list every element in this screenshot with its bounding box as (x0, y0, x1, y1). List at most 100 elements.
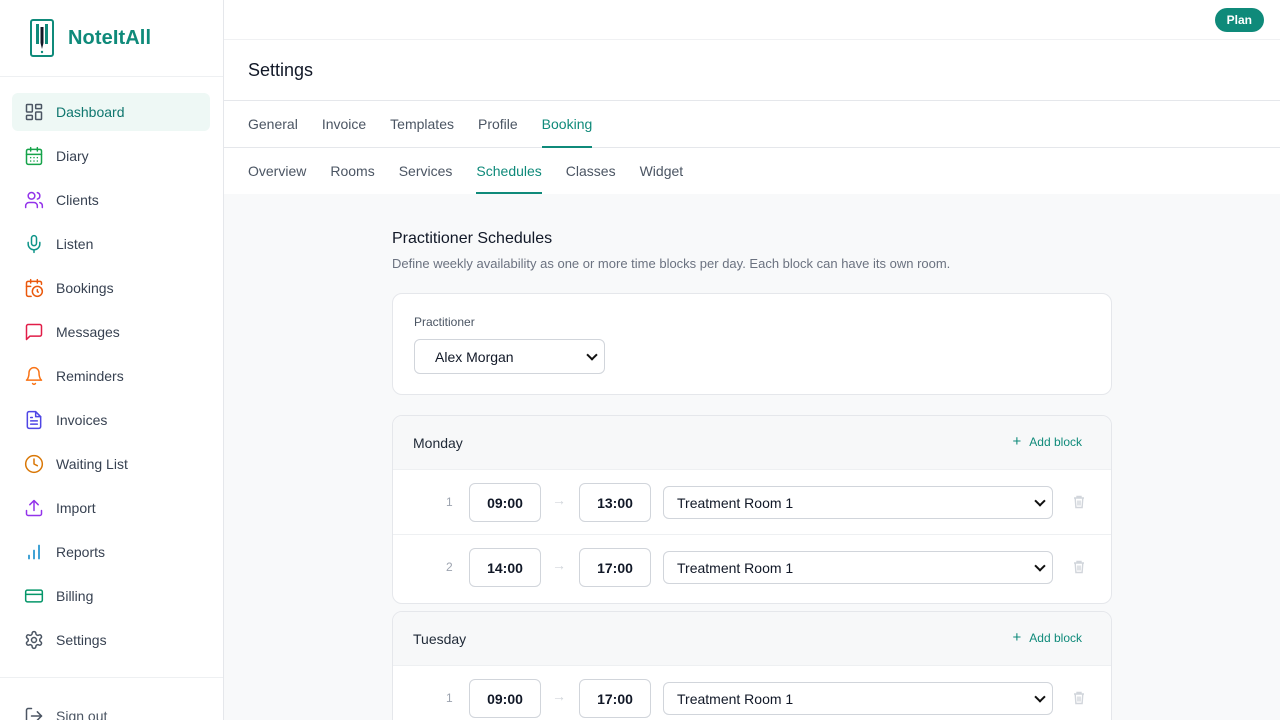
sidebar-footer: Sign out (0, 677, 223, 720)
add-block-button[interactable]: + Add block (1012, 433, 1082, 450)
sidebar-item-reminders[interactable]: Reminders (12, 357, 210, 395)
chevron-down-icon (1034, 494, 1046, 507)
day-header: Monday + Add block (393, 416, 1111, 470)
arrow-right-icon: → (552, 557, 566, 573)
bar-chart-icon (24, 542, 44, 562)
message-icon (24, 322, 44, 342)
sidebar-item-settings[interactable]: Settings (12, 621, 210, 659)
trash-icon[interactable] (1073, 560, 1085, 574)
block-number: 2 (446, 560, 453, 574)
subtab-classes[interactable]: Classes (566, 148, 616, 194)
time-block-row: 1 09:00 → 17:00 Treatment Room 1 (393, 666, 1111, 720)
sidebar-item-listen[interactable]: Listen (12, 225, 210, 263)
booking-subtabs: Overview Rooms Services Schedules Classes Wid… (224, 148, 1280, 194)
sidebar-item-label: Invoices (56, 412, 108, 428)
clock-icon (24, 454, 44, 474)
block-number: 1 (446, 495, 453, 509)
subtab-rooms[interactable]: Rooms (330, 148, 374, 194)
room-value: Treatment Room 1 (677, 690, 794, 707)
end-time-input[interactable]: 13:00 (579, 483, 651, 522)
end-time-input[interactable]: 17:00 (579, 679, 651, 718)
day-header: Tuesday + Add block (393, 612, 1111, 666)
sidebar-item-label: Reports (56, 544, 106, 560)
practitioner-value: Alex Morgan (435, 348, 514, 365)
sidebar-nav: Dashboard Diary Clients Listen Bookings Messa… (0, 77, 223, 659)
arrow-right-icon: → (552, 688, 566, 704)
logo[interactable]: NoteItAll (0, 0, 223, 77)
sidebar-item-label: Dashboard (56, 104, 125, 120)
time-block-row: 1 09:00 → 13:00 Treatment Room 1 (393, 470, 1111, 535)
sidebar-item-label: Messages (56, 324, 120, 340)
start-time-input[interactable]: 09:00 (469, 483, 541, 522)
room-value: Treatment Room 1 (677, 559, 794, 576)
room-select[interactable]: Treatment Room 1 (663, 486, 1053, 519)
chevron-down-icon (586, 348, 598, 361)
subtab-services[interactable]: Services (399, 148, 453, 194)
chevron-down-icon (1034, 559, 1046, 572)
room-select[interactable]: Treatment Room 1 (663, 551, 1053, 584)
tab-invoice[interactable]: Invoice (322, 101, 366, 148)
end-time-input[interactable]: 17:00 (579, 548, 651, 587)
time-block-row: 2 14:00 → 17:00 Treatment Room 1 (393, 535, 1111, 600)
sidebar-item-billing[interactable]: Billing (12, 577, 210, 615)
logo-icon (30, 19, 54, 57)
calendar-icon (24, 146, 44, 166)
add-block-label: Add block (1029, 631, 1082, 645)
tab-profile[interactable]: Profile (478, 101, 518, 148)
room-value: Treatment Room 1 (677, 494, 794, 511)
tab-general[interactable]: General (248, 101, 298, 148)
sidebar-item-waiting-list[interactable]: Waiting List (12, 445, 210, 483)
trash-icon[interactable] (1073, 691, 1085, 705)
day-name: Tuesday (413, 631, 467, 647)
sidebar-item-reports[interactable]: Reports (12, 533, 210, 571)
subtab-schedules[interactable]: Schedules (476, 148, 543, 194)
block-number: 1 (446, 691, 453, 705)
plus-icon: + (1012, 433, 1022, 450)
sidebar-item-clients[interactable]: Clients (12, 181, 210, 219)
practitioner-select[interactable]: Alex Morgan (414, 339, 605, 374)
plan-badge[interactable]: Plan (1214, 8, 1264, 32)
day-name: Monday (413, 435, 463, 451)
tab-booking[interactable]: Booking (541, 101, 592, 148)
arrow-right-icon: → (552, 492, 566, 508)
app-name: NoteItAll (68, 26, 152, 49)
section-title: Practitioner Schedules (392, 230, 553, 247)
tab-templates[interactable]: Templates (390, 101, 454, 148)
sidebar-item-label: Settings (56, 632, 107, 648)
credit-card-icon (24, 586, 44, 606)
start-time-input[interactable]: 09:00 (469, 679, 541, 718)
start-time-input[interactable]: 14:00 (469, 548, 541, 587)
sidebar-item-label: Clients (56, 192, 99, 208)
sidebar-item-invoices[interactable]: Invoices (12, 401, 210, 439)
gear-icon (24, 630, 44, 650)
page-title: Settings (248, 60, 314, 80)
upload-icon (24, 498, 44, 518)
sidebar-item-messages[interactable]: Messages (12, 313, 210, 351)
sidebar-item-label: Bookings (56, 280, 114, 296)
sidebar-item-dashboard[interactable]: Dashboard (12, 93, 210, 131)
sidebar-item-label: Listen (56, 236, 94, 252)
top-bar: Plan (224, 0, 1280, 40)
sidebar: NoteItAll Dashboard Diary Clients Listen Boo… (0, 0, 224, 720)
sidebar-item-label: Reminders (56, 368, 124, 384)
page-header: Settings (224, 40, 1280, 101)
day-card-tuesday: Tuesday + Add block 1 09:00 → 17:00 Treatment R… (392, 611, 1112, 720)
sidebar-item-diary[interactable]: Diary (12, 137, 210, 175)
settings-tabs: General Invoice Templates Profile Booking (224, 101, 1280, 148)
subtab-overview[interactable]: Overview (248, 148, 306, 194)
calendar-clock-icon (24, 278, 44, 298)
section-description: Define weekly availability as one or mor… (392, 256, 951, 271)
document-icon (24, 410, 44, 430)
sidebar-item-label: Diary (56, 148, 89, 164)
sidebar-item-label: Billing (56, 588, 94, 604)
dashboard-icon (24, 102, 44, 122)
add-block-button[interactable]: + Add block (1013, 630, 1082, 645)
sign-out-label: Sign out (56, 708, 108, 720)
subtab-widget[interactable]: Widget (640, 148, 684, 194)
microphone-icon (24, 234, 44, 254)
room-select[interactable]: Treatment Room 1 (663, 682, 1053, 715)
sidebar-item-import[interactable]: Import (12, 489, 210, 527)
sidebar-item-bookings[interactable]: Bookings (12, 269, 210, 307)
trash-icon[interactable] (1073, 495, 1085, 509)
sign-out-button[interactable]: Sign out (24, 706, 107, 720)
